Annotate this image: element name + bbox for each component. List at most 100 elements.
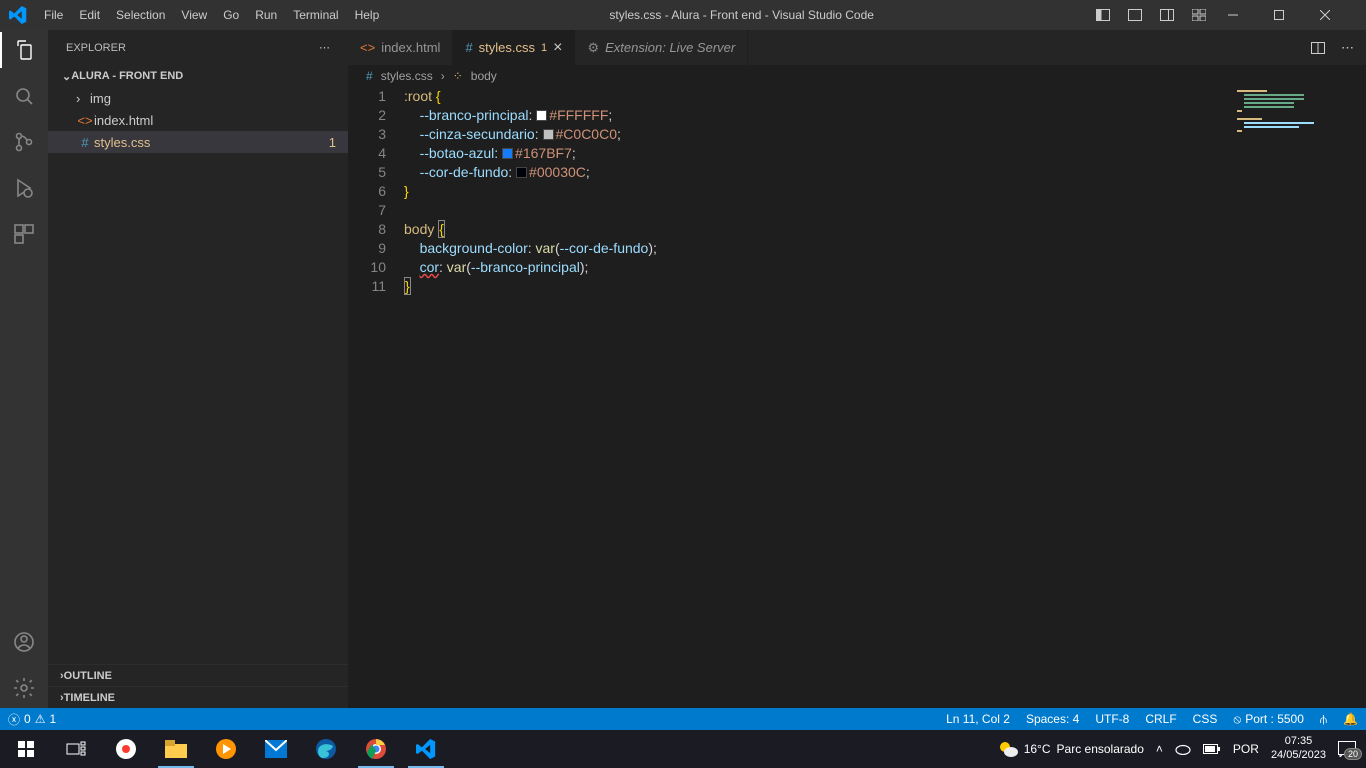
tray-language[interactable]: POR [1233,742,1259,756]
outline-section[interactable]: › OUTLINE [48,664,348,686]
css-file-icon: # [465,40,472,55]
tray-chevron-up-icon[interactable]: ˄ [1156,742,1163,756]
css-file-icon: # [76,135,94,150]
toggle-panel-bottom-icon[interactable] [1128,9,1142,21]
tree-label: styles.css [94,135,150,150]
toggle-panel-left-icon[interactable] [1096,9,1110,21]
customize-layout-icon[interactable] [1192,9,1206,21]
breadcrumb-symbol[interactable]: body [471,69,497,83]
menu-view[interactable]: View [173,0,215,30]
minimize-button[interactable] [1228,10,1274,20]
status-encoding[interactable]: UTF-8 [1087,712,1137,727]
accounts-icon[interactable] [12,630,36,654]
menu-edit[interactable]: Edit [71,0,108,30]
editor-area: <> index.html # styles.css 1 × ⚙ Extensi… [348,30,1366,708]
weather-desc: Parc ensolarado [1057,742,1144,756]
taskbar-app-edge[interactable] [302,730,350,768]
status-bar: ⓧ0 ⚠1 Ln 11, Col 2 Spaces: 4 UTF-8 CRLF … [0,708,1366,730]
taskbar-app-media-player[interactable] [202,730,250,768]
explorer-title: EXPLORER [66,42,126,54]
tree-file-styles-css[interactable]: # styles.css 1 [48,131,348,153]
windows-taskbar: 16°C Parc ensolarado ˄ POR 07:35 24/05/2… [0,730,1366,768]
tab-modified-count: 1 [541,42,547,54]
menu-bar: File Edit Selection View Go Run Terminal… [36,0,387,30]
maximize-button[interactable] [1274,10,1320,20]
menu-selection[interactable]: Selection [108,0,173,30]
tree-folder-img[interactable]: › img [48,87,348,109]
warning-icon: ⚠ [35,712,46,726]
color-swatch-icon [543,129,554,140]
status-eol[interactable]: CRLF [1137,712,1184,727]
explorer-more-icon[interactable]: ⋯ [319,41,330,54]
status-indentation[interactable]: Spaces: 4 [1018,712,1087,727]
notification-count: 20 [1344,748,1362,760]
chevron-right-icon: › [76,91,90,106]
split-editor-icon[interactable] [1311,42,1325,54]
source-control-icon[interactable] [12,130,36,154]
titlebar: File Edit Selection View Go Run Terminal… [0,0,1366,30]
taskbar-app-vscode[interactable] [402,730,450,768]
weather-icon [998,739,1018,759]
tab-label: index.html [381,40,440,55]
css-file-icon: # [366,69,373,83]
tray-onedrive-icon[interactable] [1175,743,1191,755]
menu-run[interactable]: Run [247,0,285,30]
explorer-folder-header[interactable]: ⌄ ALURA - FRONT END [48,65,348,87]
more-actions-icon[interactable]: ⋯ [1341,40,1354,56]
tree-file-index-html[interactable]: <> index.html [48,109,348,131]
tab-extension-live-server[interactable]: ⚙ Extension: Live Server [575,30,748,65]
weather-widget[interactable]: 16°C Parc ensolarado [998,739,1144,759]
status-problems[interactable]: ⓧ0 ⚠1 [0,711,64,728]
extensions-icon[interactable] [12,222,36,246]
tree-label: index.html [94,113,153,128]
menu-help[interactable]: Help [347,0,388,30]
status-cursor-position[interactable]: Ln 11, Col 2 [938,712,1018,727]
menu-file[interactable]: File [36,0,71,30]
start-button[interactable] [2,730,50,768]
chevron-right-icon: › [441,69,445,83]
weather-temp: 16°C [1024,742,1051,756]
tree-label: img [90,91,111,106]
activity-bar [0,30,48,708]
status-notifications-icon[interactable]: 🔔 [1335,712,1366,727]
status-feedback-icon[interactable]: ⫛ [1312,712,1335,727]
section-label: TIMELINE [64,692,115,704]
task-view-button[interactable] [52,730,100,768]
tab-index-html[interactable]: <> index.html [348,30,453,65]
toggle-panel-right-icon[interactable] [1160,9,1174,21]
tab-label: styles.css [479,40,535,55]
minimap[interactable] [1232,87,1352,708]
run-debug-icon[interactable] [12,176,36,200]
tray-notifications[interactable]: 20 [1338,741,1356,757]
vscode-logo-icon [0,6,36,24]
color-swatch-icon [516,167,527,178]
html-file-icon: <> [360,40,375,55]
status-language[interactable]: CSS [1185,712,1226,727]
folder-name: ALURA - FRONT END [71,70,183,82]
settings-gear-icon[interactable] [12,676,36,700]
taskbar-app-mail[interactable] [252,730,300,768]
taskbar-app-explorer[interactable] [152,730,200,768]
code-content[interactable]: :root { --branco-principal: #FFFFFF; --c… [404,87,1366,708]
taskbar-app-chrome[interactable] [352,730,400,768]
timeline-section[interactable]: › TIMELINE [48,686,348,708]
search-icon[interactable] [12,84,36,108]
taskbar-app-yandex[interactable] [102,730,150,768]
menu-terminal[interactable]: Terminal [285,0,346,30]
color-swatch-icon [536,110,547,121]
menu-go[interactable]: Go [215,0,247,30]
breadcrumbs[interactable]: # styles.css › ⁘ body [348,65,1366,87]
tab-styles-css[interactable]: # styles.css 1 × [453,30,575,65]
breadcrumb-file[interactable]: styles.css [381,69,433,83]
explorer-icon[interactable] [12,38,36,62]
tray-battery-icon[interactable] [1203,744,1221,754]
code-editor[interactable]: 1 2 3 4 5 6 7 8 9 10 11 :root { --branco… [348,87,1366,708]
editor-tabs: <> index.html # styles.css 1 × ⚙ Extensi… [348,30,1366,65]
tray-clock[interactable]: 07:35 24/05/2023 [1271,735,1326,763]
window-title: styles.css - Alura - Front end - Visual … [387,8,1096,22]
tab-label: Extension: Live Server [605,40,735,55]
close-button[interactable] [1320,10,1366,20]
error-icon: ⓧ [8,711,20,728]
symbol-icon: ⁘ [453,69,463,83]
status-live-server[interactable]: ⦸Port : 5500 [1225,712,1312,727]
